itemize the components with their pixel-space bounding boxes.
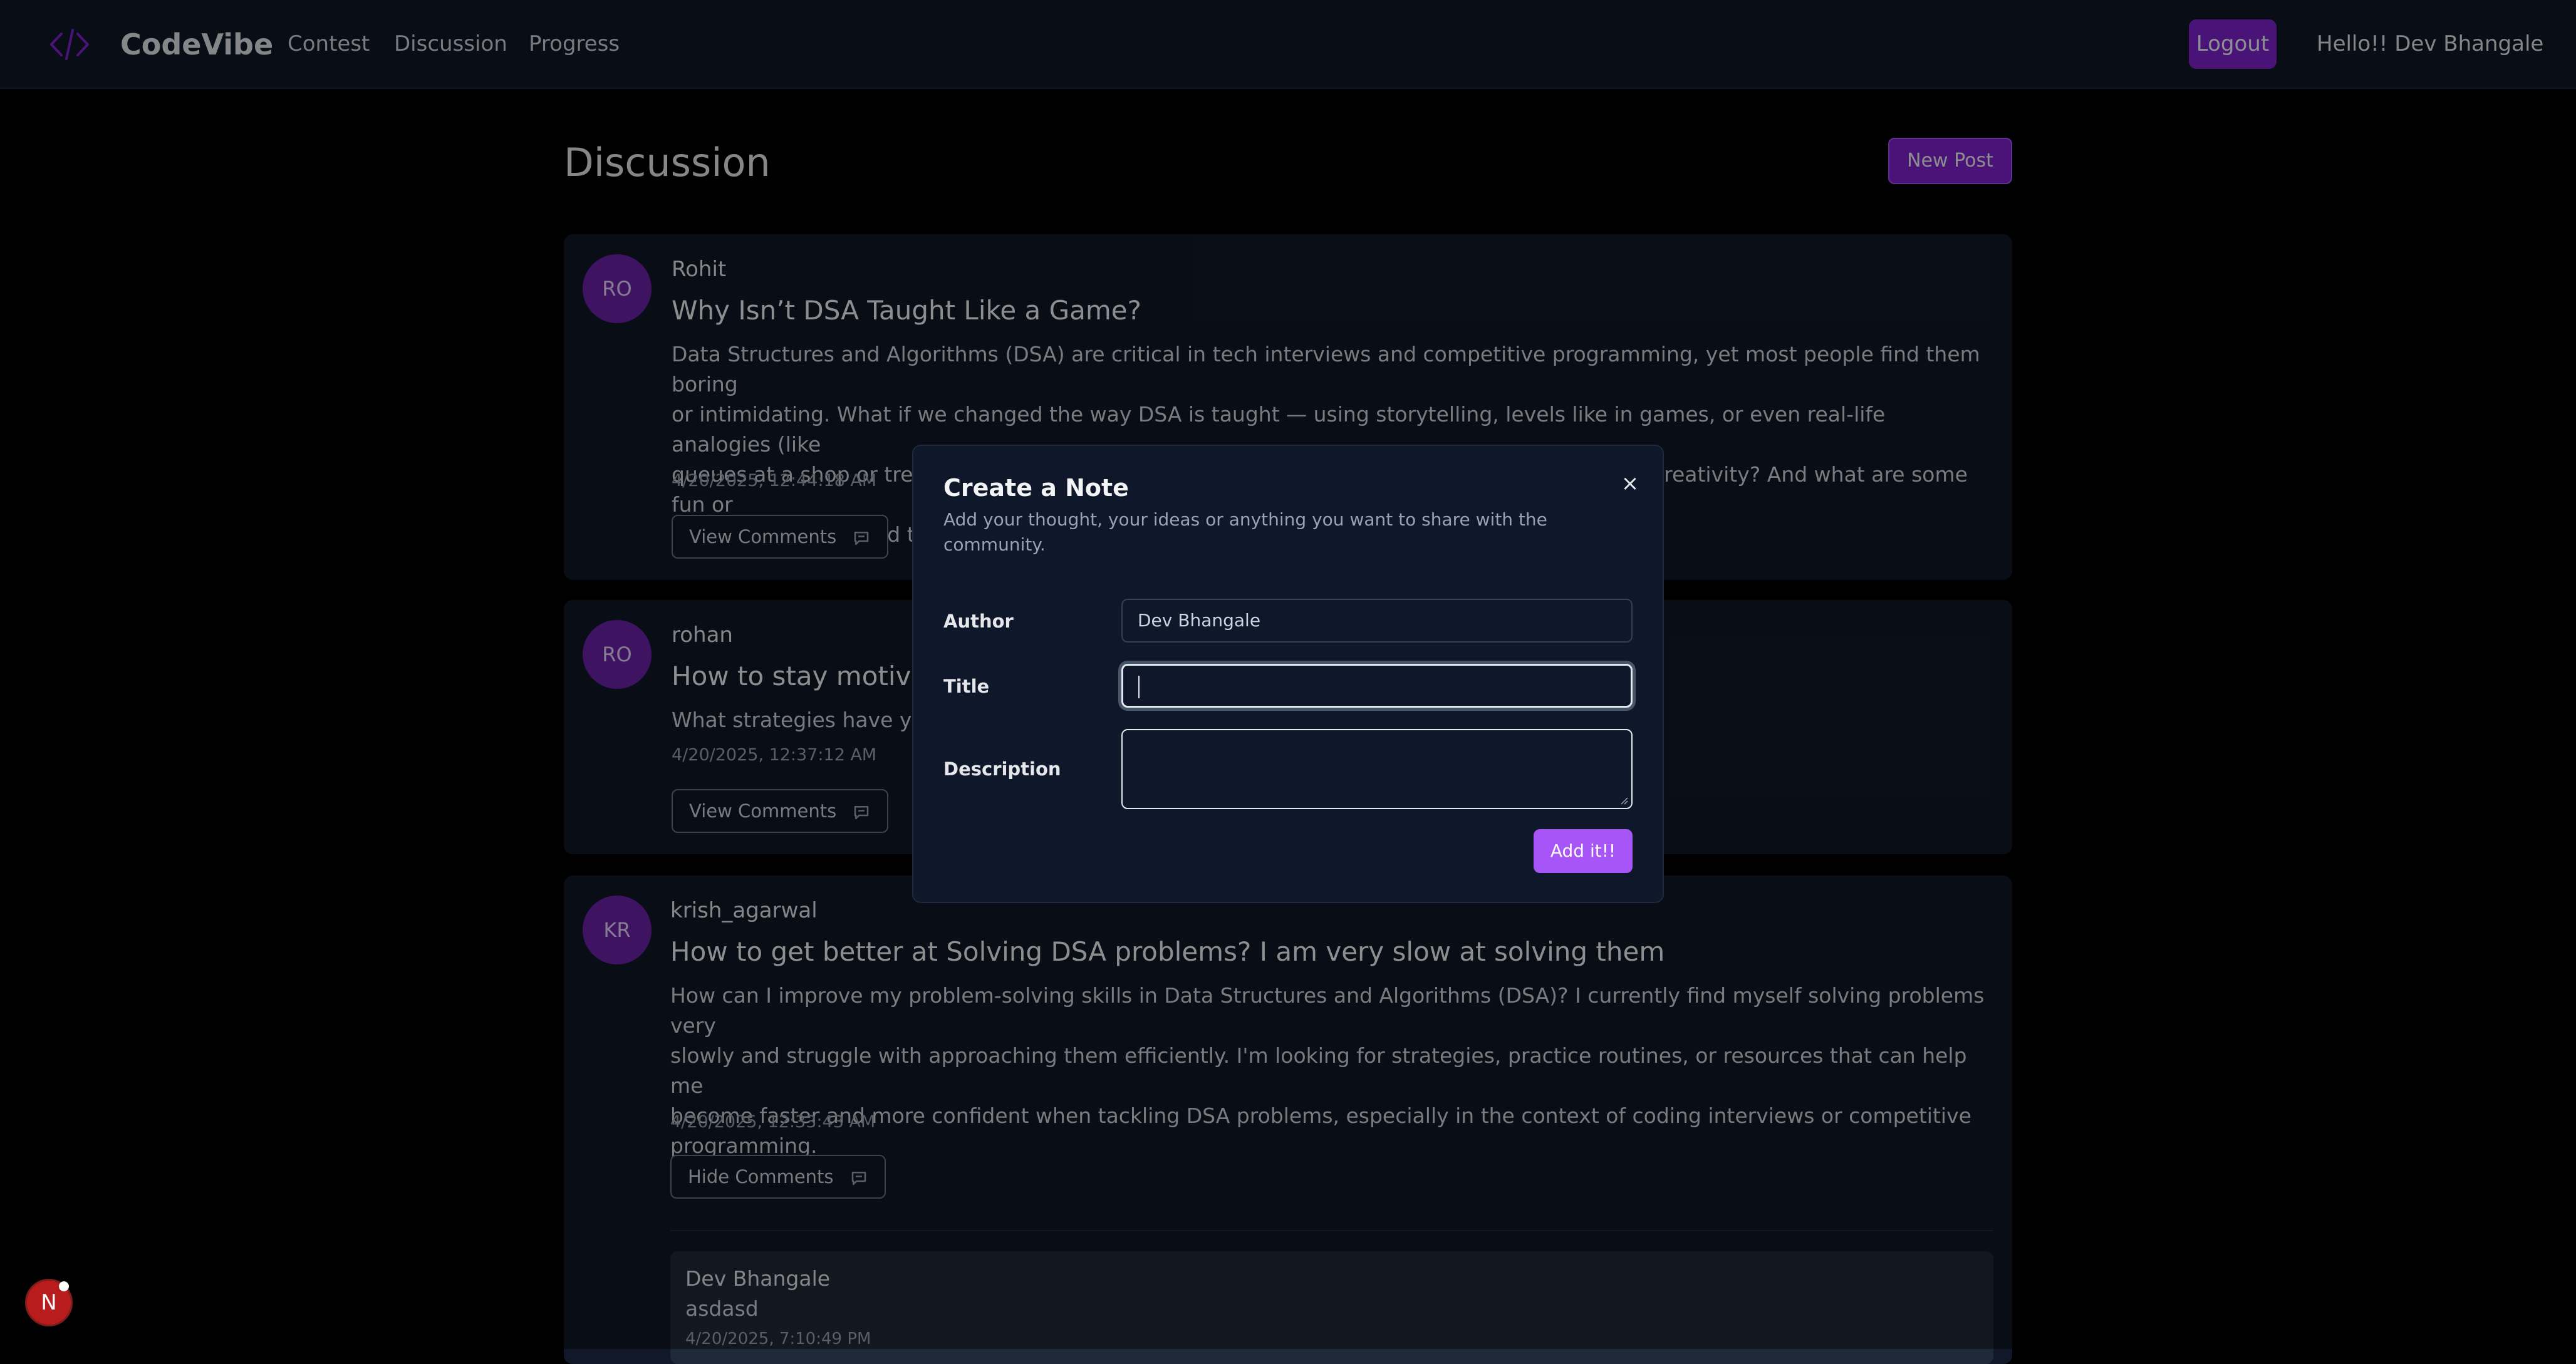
- create-note-dialog: Create a Note Add your thought, your ide…: [912, 445, 1664, 903]
- add-it-button[interactable]: Add it!!: [1534, 829, 1633, 873]
- notification-dot: [59, 1281, 69, 1291]
- dialog-description-line: Add your thought, your ideas or anything…: [943, 509, 1547, 530]
- resize-handle-icon[interactable]: [1619, 795, 1629, 805]
- description-field[interactable]: [1121, 729, 1633, 809]
- title-label: Title: [943, 676, 990, 697]
- text-caret: [1138, 676, 1140, 698]
- description-label: Description: [943, 758, 1061, 780]
- dialog-description-line: community.: [943, 534, 1046, 555]
- dialog-title: Create a Note: [943, 474, 1129, 502]
- author-field[interactable]: Dev Bhangale: [1121, 599, 1633, 643]
- title-field[interactable]: [1121, 664, 1633, 708]
- author-label: Author: [943, 611, 1014, 632]
- close-icon[interactable]: ×: [1618, 471, 1643, 496]
- dialog-description: Add your thought, your ideas or anything…: [943, 507, 1570, 557]
